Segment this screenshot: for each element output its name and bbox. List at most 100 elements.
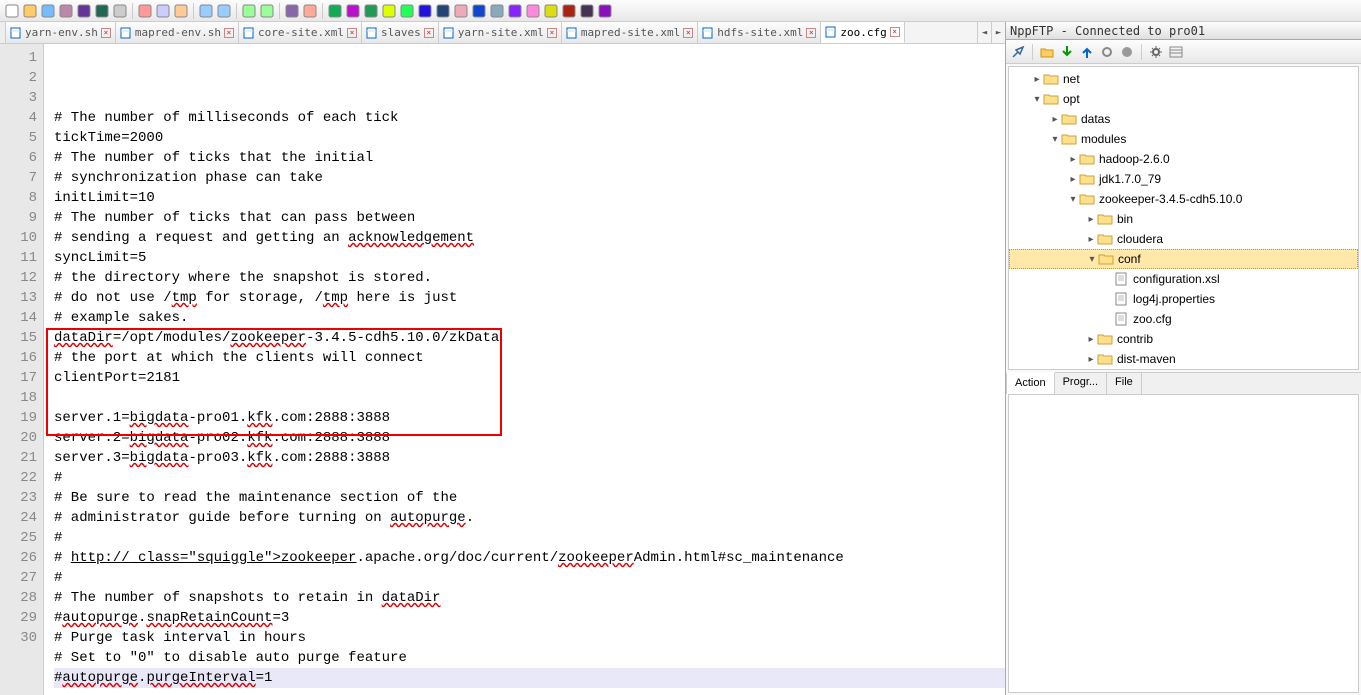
tab-core-site-xml[interactable]: core-site.xml× (239, 22, 362, 43)
redo-icon[interactable] (216, 3, 232, 19)
fold-icon[interactable] (381, 3, 397, 19)
bottom-tab-progr[interactable]: Progr... (1055, 373, 1107, 394)
code-line[interactable]: tickTime=2000 (54, 128, 1005, 148)
ff-icon[interactable] (543, 3, 559, 19)
bottom-tab-file[interactable]: File (1107, 373, 1142, 394)
expander-icon[interactable]: ▾ (1086, 253, 1098, 265)
close-icon[interactable]: × (547, 28, 557, 38)
undo-icon[interactable] (198, 3, 214, 19)
tree-folder-datas[interactable]: ▸datas (1009, 109, 1358, 129)
abc-icon[interactable] (579, 3, 595, 19)
tree-folder-opt[interactable]: ▾opt (1009, 89, 1358, 109)
cut-icon[interactable] (137, 3, 153, 19)
expander-icon[interactable]: ▾ (1067, 193, 1079, 205)
doc-icon[interactable] (417, 3, 433, 19)
code-area[interactable]: # The number of milliseconds of each tic… (44, 44, 1005, 695)
code-line[interactable]: #autopurge.snapRetainCount=3 (54, 608, 1005, 628)
tree-folder-conf[interactable]: ▾conf (1009, 249, 1358, 269)
tab-prev-button[interactable]: ◄ (977, 22, 991, 43)
code-line[interactable]: server.2=bigdata-pro02.kfk.com:2888:3888 (54, 428, 1005, 448)
show-all-icon[interactable] (345, 3, 361, 19)
spell-icon[interactable] (435, 3, 451, 19)
expander-icon[interactable]: ▸ (1085, 233, 1097, 245)
tab-mapred-site-xml[interactable]: mapred-site.xml× (562, 22, 698, 43)
bottom-tab-action[interactable]: Action (1006, 372, 1055, 394)
expander-icon[interactable]: ▸ (1067, 153, 1079, 165)
view-icon[interactable] (471, 3, 487, 19)
tree-folder-net[interactable]: ▸net (1009, 69, 1358, 89)
tree-folder-contrib[interactable]: ▸contrib (1009, 329, 1358, 349)
expander-icon[interactable]: ▸ (1031, 73, 1043, 85)
close-all-icon[interactable] (94, 3, 110, 19)
code-line[interactable]: server.3=bigdata-pro03.kfk.com:2888:3888 (54, 448, 1005, 468)
messages-icon[interactable] (1168, 44, 1184, 60)
new-icon[interactable] (4, 3, 20, 19)
abort-icon[interactable] (1119, 44, 1135, 60)
code-line[interactable] (54, 688, 1005, 695)
lang-icon[interactable] (399, 3, 415, 19)
tab-mapred-env-sh[interactable]: mapred-env.sh× (116, 22, 239, 43)
expander-icon[interactable]: ▾ (1031, 93, 1043, 105)
tab-zoo-cfg[interactable]: zoo.cfg× (821, 22, 904, 43)
save-icon[interactable] (40, 3, 56, 19)
code-editor[interactable]: 1234567891011121314151617181920212223242… (0, 44, 1005, 695)
print-icon[interactable] (112, 3, 128, 19)
macro-icon[interactable] (453, 3, 469, 19)
indent-icon[interactable] (363, 3, 379, 19)
tree-folder-jdk1-7-0-79[interactable]: ▸jdk1.7.0_79 (1009, 169, 1358, 189)
code-line[interactable]: # the port at which the clients will con… (54, 348, 1005, 368)
tab-hdfs-site-xml[interactable]: hdfs-site.xml× (698, 22, 821, 43)
code-line[interactable]: dataDir=/opt/modules/zookeeper-3.4.5-cdh… (54, 328, 1005, 348)
refresh-icon[interactable] (1099, 44, 1115, 60)
zoom-out-icon[interactable] (302, 3, 318, 19)
code-line[interactable]: # synchronization phase can take (54, 168, 1005, 188)
upload-icon[interactable] (1079, 44, 1095, 60)
close-icon[interactable] (76, 3, 92, 19)
wrap-icon[interactable] (327, 3, 343, 19)
settings-icon[interactable] (1148, 44, 1164, 60)
code-line[interactable]: # http:// class="squiggle">zookeeper.apa… (54, 548, 1005, 568)
stop-icon[interactable] (507, 3, 523, 19)
expander-icon[interactable]: ▾ (1049, 133, 1061, 145)
replace-icon[interactable] (259, 3, 275, 19)
code-line[interactable]: #autopurge.purgeInterval=1 (54, 668, 1005, 688)
close-icon[interactable]: × (890, 27, 900, 37)
close-icon[interactable]: × (347, 28, 357, 38)
tree-folder-hadoop-2-6-0[interactable]: ▸hadoop-2.6.0 (1009, 149, 1358, 169)
tree-folder-zookeeper-3-4-5-cdh5-10-0[interactable]: ▾zookeeper-3.4.5-cdh5.10.0 (1009, 189, 1358, 209)
tree-file-zoo-cfg[interactable]: zoo.cfg (1009, 309, 1358, 329)
code-line[interactable]: syncLimit=5 (54, 248, 1005, 268)
tab-yarn-site-xml[interactable]: yarn-site.xml× (439, 22, 562, 43)
connect-icon[interactable] (1010, 44, 1026, 60)
close-icon[interactable]: × (683, 28, 693, 38)
code-line[interactable]: # Purge task interval in hours (54, 628, 1005, 648)
expander-icon[interactable]: ▸ (1049, 113, 1061, 125)
close-icon[interactable]: × (224, 28, 234, 38)
tree-folder-modules[interactable]: ▾modules (1009, 129, 1358, 149)
code-line[interactable]: # The number of ticks that the initial (54, 148, 1005, 168)
code-line[interactable]: # (54, 468, 1005, 488)
code-line[interactable]: # example sakes. (54, 308, 1005, 328)
expander-icon[interactable]: ▸ (1067, 173, 1079, 185)
close-icon[interactable]: × (101, 28, 111, 38)
tree-folder-bin[interactable]: ▸bin (1009, 209, 1358, 229)
paste-icon[interactable] (173, 3, 189, 19)
rec-icon[interactable] (489, 3, 505, 19)
code-line[interactable]: # do not use /tmp for storage, /tmp here… (54, 288, 1005, 308)
expander-icon[interactable]: ▸ (1085, 333, 1097, 345)
remote-tree[interactable]: ▸net▾opt▸datas▾modules▸hadoop-2.6.0▸jdk1… (1008, 66, 1359, 370)
code-line[interactable]: # the directory where the snapshot is st… (54, 268, 1005, 288)
code-line[interactable]: # The number of ticks that can pass betw… (54, 208, 1005, 228)
open-folder-icon[interactable] (1039, 44, 1055, 60)
tab-slaves[interactable]: slaves× (362, 22, 439, 43)
tab-next-button[interactable]: ► (991, 22, 1005, 43)
code-line[interactable]: # The number of snapshots to retain in d… (54, 588, 1005, 608)
code-line[interactable]: initLimit=10 (54, 188, 1005, 208)
play-icon[interactable] (525, 3, 541, 19)
close-icon[interactable]: × (806, 28, 816, 38)
code-line[interactable]: # sending a request and getting an ackno… (54, 228, 1005, 248)
close-icon[interactable]: × (424, 28, 434, 38)
code-line[interactable]: # administrator guide before turning on … (54, 508, 1005, 528)
zoom-in-icon[interactable] (284, 3, 300, 19)
code-line[interactable]: server.1=bigdata-pro01.kfk.com:2888:3888 (54, 408, 1005, 428)
